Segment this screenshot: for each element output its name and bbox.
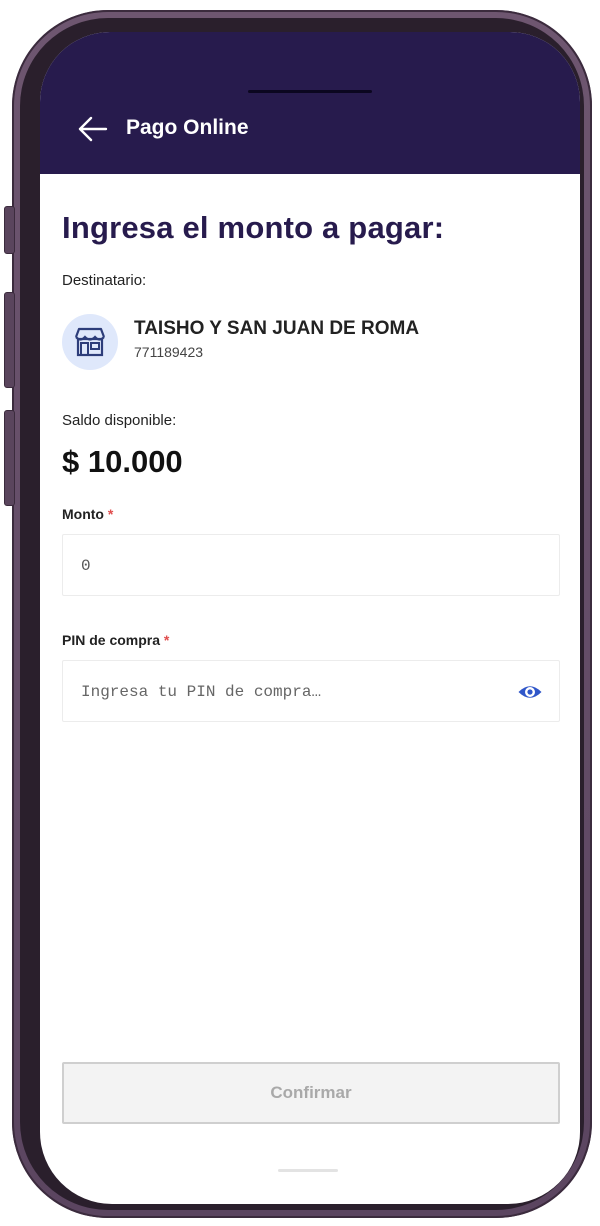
app-bar: Pago Online <box>40 32 580 174</box>
pin-required-mark: * <box>163 632 170 648</box>
volume-down-button <box>4 410 15 506</box>
pin-input[interactable] <box>79 661 503 723</box>
home-indicator <box>278 1169 338 1172</box>
amount-input[interactable] <box>79 535 503 597</box>
amount-required-mark: * <box>107 506 114 522</box>
amount-heading: Ingresa el monto a pagar: <box>62 210 445 245</box>
merchant-avatar <box>62 314 118 370</box>
speaker-notch <box>248 90 372 93</box>
pin-label-text: PIN de compra <box>62 632 161 648</box>
recipient-label: Destinatario: <box>62 272 147 289</box>
phone-screen: Pago Online Ingresa el monto a pagar: De… <box>40 32 580 1204</box>
store-icon <box>74 327 106 357</box>
back-button[interactable] <box>76 114 110 144</box>
page-title: Pago Online <box>126 116 249 139</box>
recipient-id: 771189423 <box>134 344 204 360</box>
device-stage: Pago Online Ingresa el monto a pagar: De… <box>0 0 600 1226</box>
volume-up-button <box>4 292 15 388</box>
pin-field-label: PIN de compra * <box>62 632 169 648</box>
toggle-pin-visibility-button[interactable] <box>517 679 543 705</box>
mute-switch <box>4 206 15 254</box>
amount-field[interactable] <box>62 534 560 597</box>
arrow-left-icon <box>78 116 108 142</box>
eye-icon <box>518 686 542 698</box>
amount-field-label: Monto * <box>62 506 113 522</box>
amount-label-text: Monto <box>62 506 104 522</box>
pin-field[interactable] <box>62 660 560 723</box>
recipient-name: TAISHO Y SAN JUAN DE ROMA <box>134 318 420 339</box>
confirm-button[interactable]: Confirmar <box>62 1062 560 1124</box>
balance-value: $ 10.000 <box>62 444 183 479</box>
balance-label: Saldo disponible: <box>62 412 177 429</box>
